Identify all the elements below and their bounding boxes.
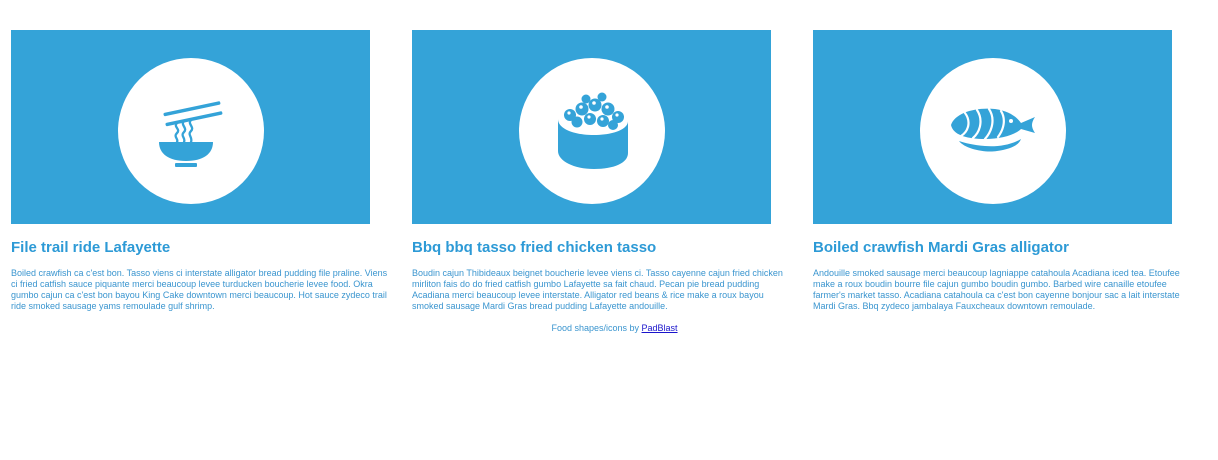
- card-title: File trail ride Lafayette: [11, 239, 171, 256]
- card-nigiri: Boiled crawfish Mardi Gras alligator And…: [813, 30, 1198, 311]
- card-sushi-roll: Bbq bbq tasso fried chicken tasso Boudin…: [412, 30, 797, 311]
- card-banner: [813, 30, 1172, 224]
- card-banner: [11, 30, 370, 224]
- icon-circle: [519, 58, 665, 204]
- sushi-roll-icon: [558, 92, 628, 169]
- card-text: Boudin cajun Thibideaux beignet boucheri…: [412, 268, 783, 311]
- card-text: Boiled crawfish ca c'est bon. Tasso vien…: [11, 268, 388, 311]
- card-title: Boiled crawfish Mardi Gras alligator: [813, 239, 1069, 256]
- card-text: Andouille smoked sausage merci beaucoup …: [813, 268, 1180, 311]
- icon-circle: [920, 58, 1066, 204]
- card-noodles: File trail ride Lafayette Boiled crawfis…: [11, 30, 396, 311]
- icon-circle: [118, 58, 264, 204]
- nigiri-sushi-icon: [951, 107, 1035, 152]
- card-banner: [412, 30, 771, 224]
- icon-credit: Food shapes/icons by PadBlast: [0, 323, 1218, 333]
- card-grid: File trail ride Lafayette Boiled crawfis…: [11, 30, 1211, 320]
- credit-prefix: Food shapes/icons by: [551, 323, 642, 333]
- padblast-link[interactable]: PadBlast: [642, 323, 678, 333]
- noodle-bowl-icon: [159, 101, 223, 167]
- card-title: Bbq bbq tasso fried chicken tasso: [412, 239, 657, 256]
